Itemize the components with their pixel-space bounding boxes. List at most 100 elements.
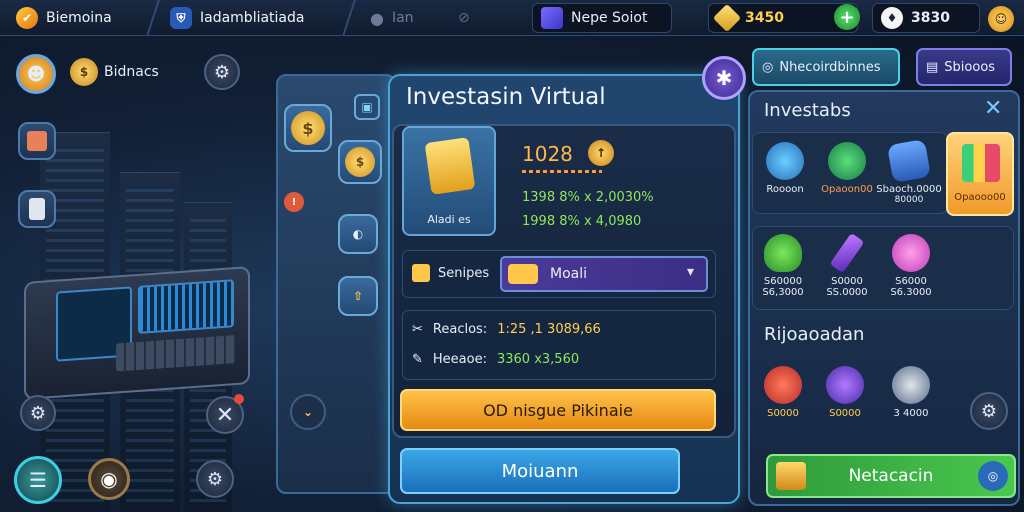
calculator-icon: [424, 137, 476, 195]
sector-label: Senipes: [412, 264, 489, 282]
robot-icon: [892, 366, 930, 404]
storage-button[interactable]: [18, 190, 56, 228]
item-label: Sbaoch.0000: [876, 184, 942, 195]
coin-stack-icon: [776, 462, 806, 490]
star-badge-icon[interactable]: ✱: [702, 56, 746, 100]
upgrade-arrow-icon[interactable]: ⇧: [338, 276, 378, 316]
investment-item[interactable]: Opaoon00: [816, 136, 878, 214]
cube-icon: [541, 7, 563, 29]
close-icon[interactable]: ✕: [984, 96, 1002, 121]
document-icon: [886, 138, 932, 184]
production-item[interactable]: S0000: [752, 360, 814, 438]
holdings-row: ✎ Heeaoe: 3360 x3,560: [412, 352, 579, 367]
settings-gear-icon[interactable]: ⚙: [20, 395, 56, 431]
tab-home-label: Biemoina: [46, 10, 112, 26]
production-item[interactable]: 3 4000: [880, 360, 942, 438]
settings-gear-icon[interactable]: ⚙: [970, 392, 1008, 430]
diamond-amount: 3830: [911, 10, 950, 26]
diamond-icon: ♦: [881, 7, 903, 29]
info-coin-icon[interactable]: ↑: [588, 140, 614, 166]
search-icon: ●: [370, 8, 384, 28]
tab-stocks[interactable]: ▤ Sbiooos: [916, 48, 1012, 86]
investment-item[interactable]: S0000 SS.0000: [816, 228, 878, 306]
holdings-label: Heeaoe:: [432, 352, 487, 367]
sector-select-value: Moali: [550, 266, 588, 282]
sector-select[interactable]: Moali ▾: [500, 256, 708, 292]
item-sublabel: SS.0000: [826, 287, 868, 298]
returns-row: ✂ Reaclos: 1:25 ,1 3089,66: [412, 322, 601, 337]
pen-icon: [829, 232, 865, 274]
coin-icon: $: [291, 111, 325, 145]
computer-terminal: [24, 266, 250, 400]
tab-more-icon[interactable]: ⊘: [448, 0, 480, 36]
returns-box: [402, 310, 716, 380]
asset-card[interactable]: Aladi es: [402, 126, 496, 236]
settings-gear-icon[interactable]: ⚙: [196, 460, 234, 498]
profile-label: Bidnacs: [104, 64, 159, 80]
holdings-value: 3360 x3,560: [496, 352, 580, 367]
profile-badge[interactable]: $ Bidnacs: [70, 58, 159, 86]
tab-divider: [146, 0, 160, 36]
menu-icon[interactable]: ☰: [14, 456, 62, 504]
gold-gem-icon: [712, 3, 742, 33]
tab-market-label: Nhecoirdbinnes: [779, 59, 881, 75]
chevron-down-icon[interactable]: ⌄: [290, 394, 326, 430]
investment-item[interactable]: S6000 S6.3000: [880, 228, 942, 306]
investment-item[interactable]: Roooon: [754, 136, 816, 214]
production-item[interactable]: S0000: [814, 360, 876, 438]
item-label: S0000: [831, 276, 863, 287]
tab-home[interactable]: ✔ Biemoina: [6, 0, 122, 36]
dollar-icon: $: [345, 147, 375, 177]
dollar-button[interactable]: $: [338, 140, 382, 184]
section-investments-title: Investabs: [764, 100, 851, 121]
item-label: S60000: [763, 276, 803, 287]
tab-market[interactable]: ◎ Nhecoirdbinnes: [752, 48, 900, 86]
avatar[interactable]: ☻: [16, 54, 56, 94]
chart-icon: ▤: [926, 59, 939, 75]
asset-card-label: Aladi es: [427, 213, 471, 226]
tab-search-label: Ian: [391, 10, 414, 26]
gear-icon: [764, 366, 802, 404]
tab-search[interactable]: ● Ian: [360, 0, 424, 36]
cloud-icon: [766, 142, 804, 180]
shield-icon: [764, 234, 802, 272]
item-sublabel: S6.3000: [890, 287, 932, 298]
execute-button[interactable]: Netacacin ◎: [766, 454, 1016, 498]
shield-icon: ⛨: [170, 7, 192, 29]
tab-divider: [342, 0, 356, 36]
price-divider: [522, 170, 602, 173]
primary-action-button[interactable]: Moiuann: [400, 448, 680, 494]
app-logo-icon: ✔: [16, 7, 38, 29]
diamond-currency[interactable]: ♦ 3830: [872, 3, 980, 33]
card-icon[interactable]: ▣: [354, 94, 380, 120]
confirm-investment-button[interactable]: OD nisgue Pikinaie: [400, 389, 716, 431]
add-diamond-button[interactable]: ☺: [988, 6, 1014, 32]
tab-dashboard[interactable]: ⛨ Iadambliatiada: [160, 0, 314, 36]
event-pill[interactable]: Nepe Soiot: [532, 3, 672, 33]
camera-icon[interactable]: ◉: [88, 458, 130, 500]
tool-icon: ✂: [412, 322, 423, 337]
item-label: 3 4000: [893, 408, 929, 419]
box-icon: [27, 131, 47, 151]
inventory-button[interactable]: [18, 122, 56, 160]
shop-coin-button[interactable]: $: [284, 104, 332, 152]
item-label: S6000: [895, 276, 927, 287]
alert-icon: !: [284, 192, 304, 212]
tab-stocks-label: Sbiooos: [944, 59, 996, 75]
settings-gear-icon[interactable]: ⚙: [204, 54, 240, 90]
page-title: Investasin Virtual: [406, 84, 606, 110]
item-label: Opaoon00: [821, 184, 873, 195]
investment-item[interactable]: Sbaoch.0000 80000: [876, 136, 942, 214]
globe-icon: [828, 142, 866, 180]
asset-price: 1028: [522, 142, 573, 166]
returns-value: 1:25 ,1 3089,66: [497, 322, 601, 337]
add-gold-button[interactable]: +: [834, 4, 860, 30]
moon-icon[interactable]: ◐: [338, 214, 378, 254]
stat-line-1: 1398 8% x 2,0030%: [522, 190, 654, 205]
item-label: S0000: [767, 408, 799, 419]
investment-item-selected[interactable]: Opaooo00: [946, 132, 1014, 216]
investment-item[interactable]: S60000 S6,3000: [752, 228, 814, 306]
tab-dashboard-label: Iadambliatiada: [200, 10, 305, 26]
stat-line-2: 1998 8% x 4,0980: [522, 214, 642, 229]
coin-icon: $: [70, 58, 98, 86]
